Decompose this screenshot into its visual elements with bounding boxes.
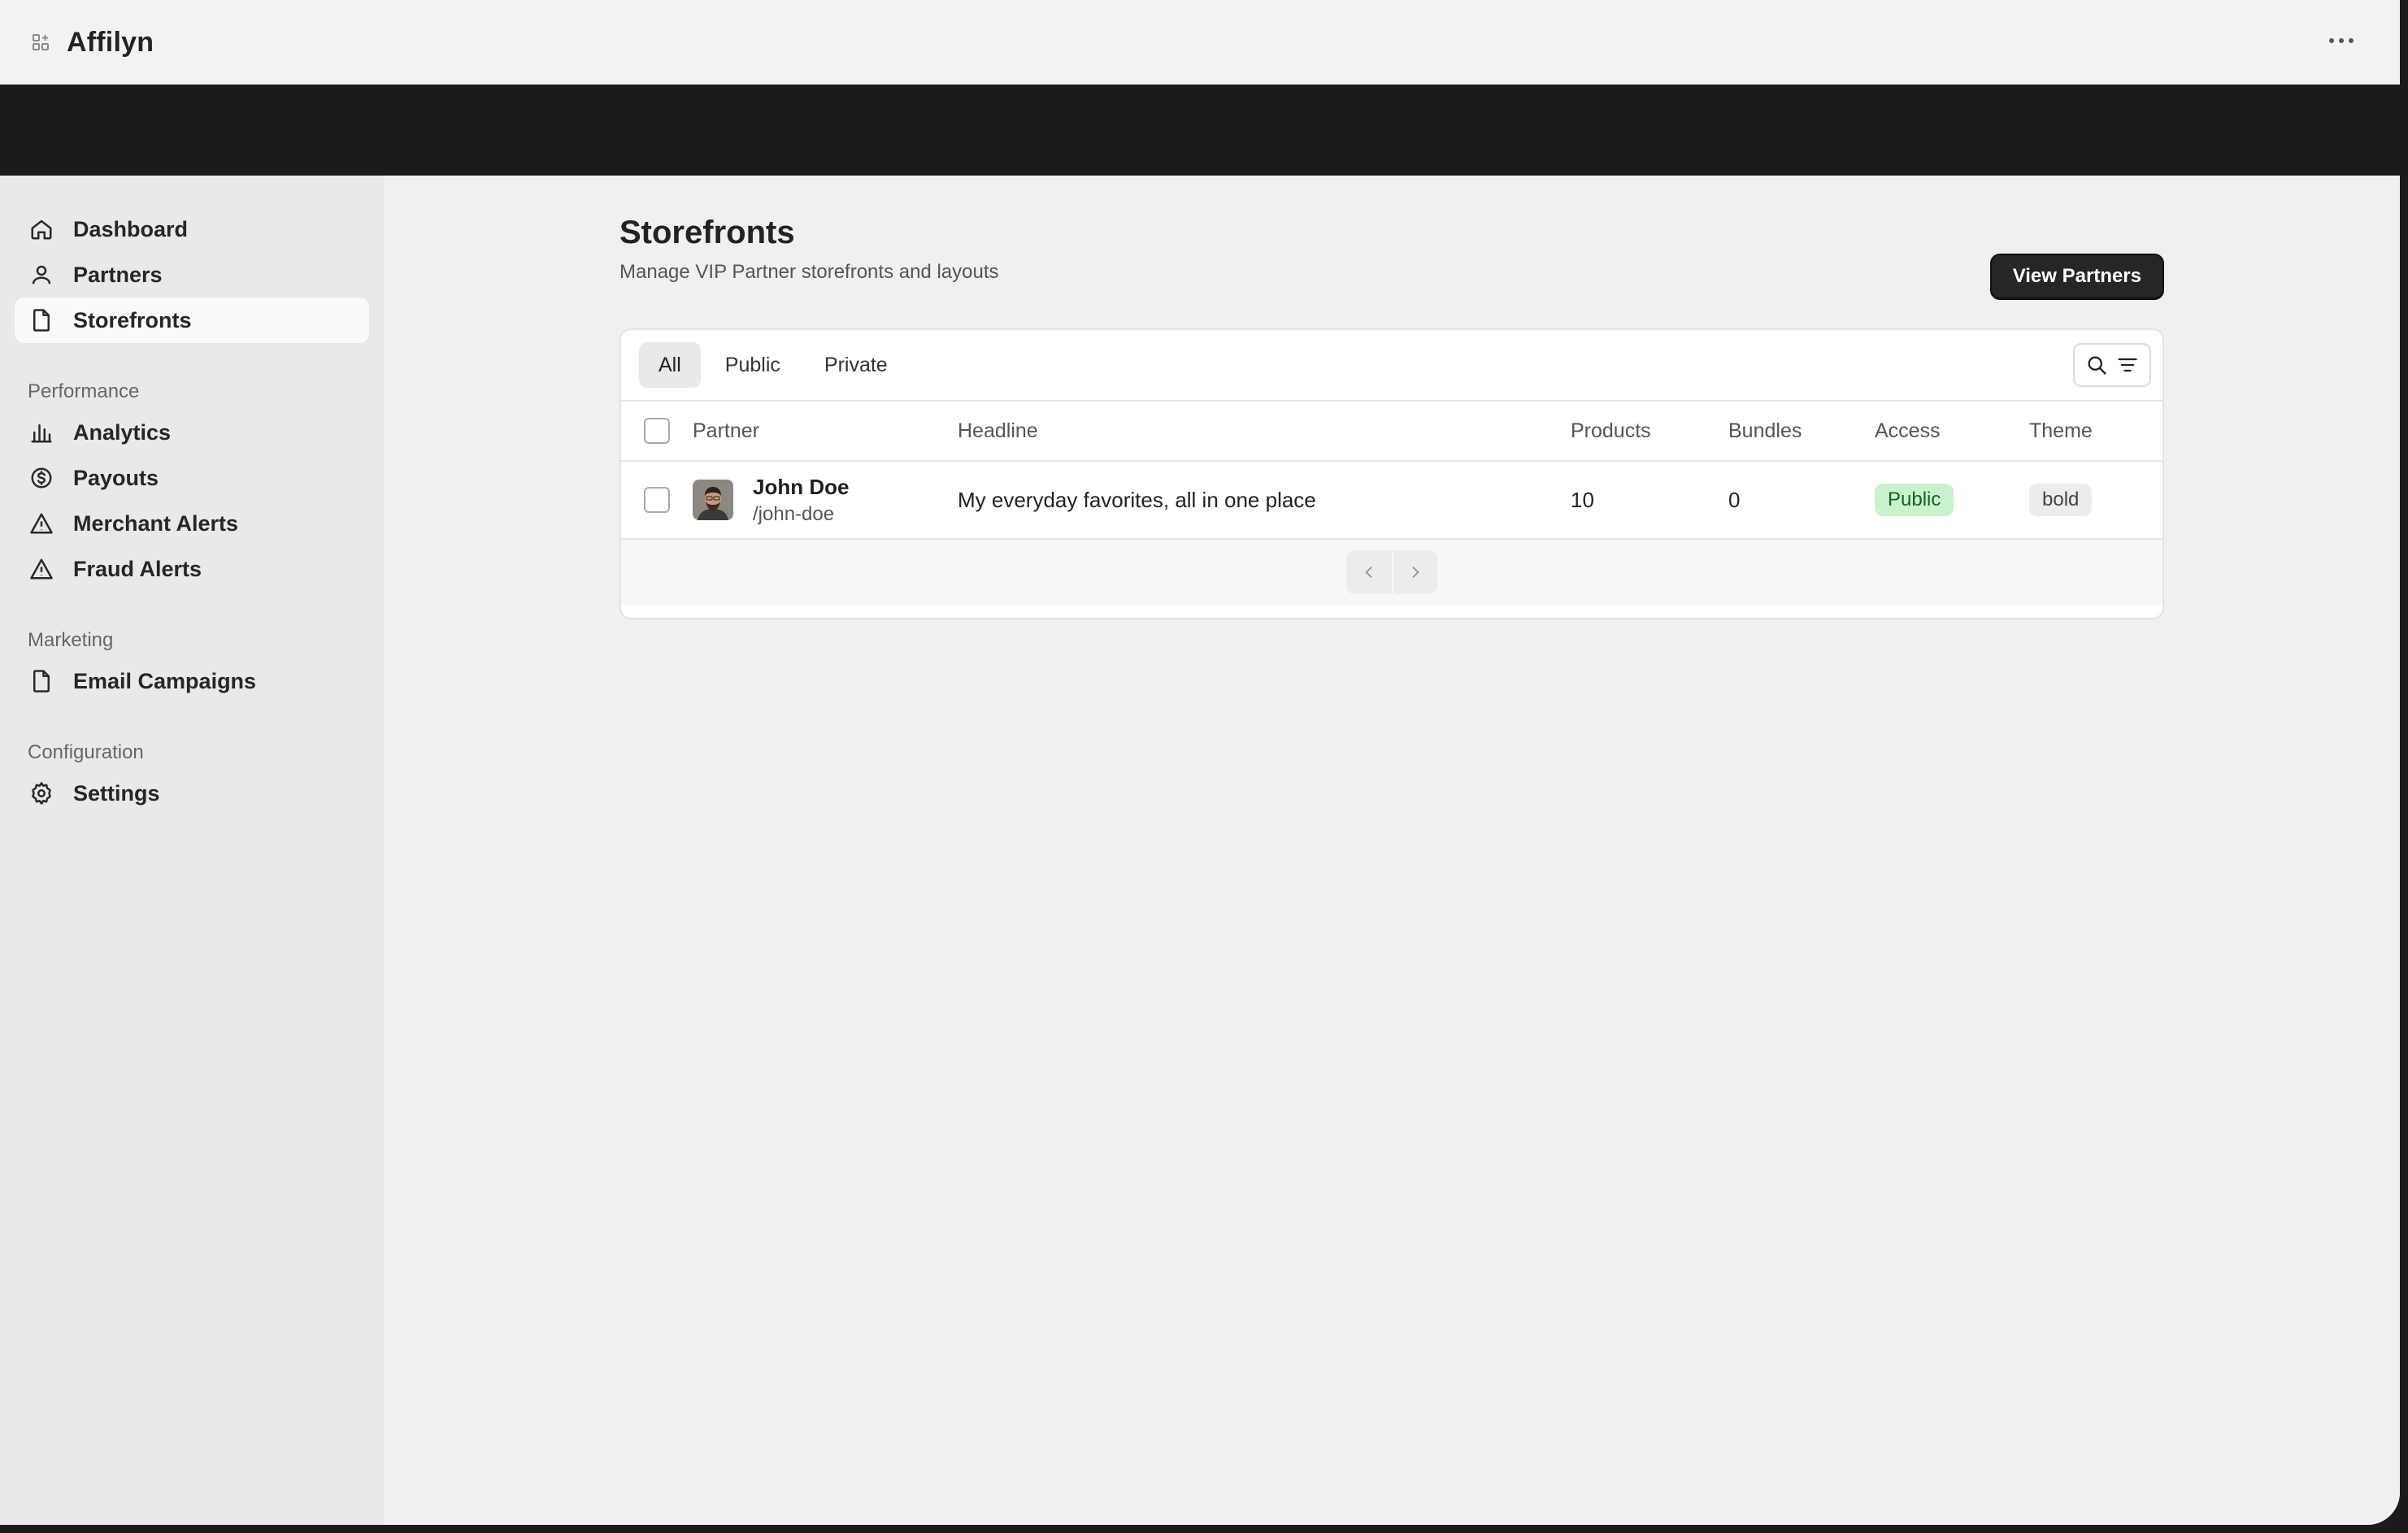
sidebar-item-label: Merchant Alerts [73,510,239,536]
table-toolbar: All Public Private [621,330,2162,402]
dollar-circle-icon [28,464,55,492]
avatar [693,480,733,520]
sidebar-item-partners[interactable]: Partners [15,252,369,297]
sidebar-group-performance: Performance [28,380,140,402]
chevron-left-icon [1365,567,1372,578]
view-partners-button[interactable]: View Partners [1989,254,2164,299]
column-header-access[interactable]: Access [1875,419,2029,443]
partner-slug: /john-doe [753,502,835,525]
tab-all[interactable]: All [639,342,701,388]
warning-icon [28,510,55,537]
bar-chart-icon [28,419,55,446]
sidebar-group-configuration: Configuration [28,741,144,763]
page-subtitle: Manage VIP Partner storefronts and layou… [619,261,999,283]
sidebar-item-analytics[interactable]: Analytics [15,410,369,455]
tab-public[interactable]: Public [706,342,800,388]
search-icon[interactable] [2083,351,2110,379]
chevron-right-icon [1412,567,1419,578]
apps-grid-icon[interactable] [28,29,54,55]
column-header-products[interactable]: Products [1571,419,1728,443]
select-all-checkbox[interactable] [644,418,670,444]
column-header-headline[interactable]: Headline [958,419,1571,443]
theme-cell: bold [2029,484,2159,516]
row-checkbox-cell [621,487,693,513]
sidebar-item-dashboard[interactable]: Dashboard [15,206,369,252]
app-window: Affilyn Dashboard Partners Storefronts P… [0,0,2400,1525]
access-cell: Public [1875,484,2029,516]
sidebar-item-label: Partners [73,262,163,287]
header-checkbox-cell [621,418,693,444]
filter-icon[interactable] [2114,351,2141,379]
table-row[interactable]: John Doe /john-doe My everyday favorites… [621,462,2162,540]
sidebar-item-email-campaigns[interactable]: Email Campaigns [15,658,369,704]
warning-icon [28,555,55,583]
status-badge: Public [1875,484,1954,516]
sidebar-item-label: Storefronts [73,307,192,332]
file-icon [28,667,55,695]
sidebar-item-fraud-alerts[interactable]: Fraud Alerts [15,546,369,592]
column-header-theme[interactable]: Theme [2029,419,2159,443]
header-banner [0,85,2400,176]
main-content: Storefronts Manage VIP Partner storefron… [384,176,2400,1525]
sidebar-item-merchant-alerts[interactable]: Merchant Alerts [15,501,369,546]
next-page-button[interactable] [1392,550,1437,594]
file-icon [28,306,55,334]
sidebar-item-storefronts[interactable]: Storefronts [15,297,369,343]
app-title: Affilyn [67,26,154,58]
ellipsis-icon [2329,38,2354,43]
sidebar-item-label: Analytics [73,419,172,445]
theme-badge: bold [2029,484,2093,516]
storefronts-table-card: All Public Private Partner Headline Prod… [619,328,2164,619]
sidebar-item-label: Payouts [73,465,159,490]
products-cell: 10 [1571,487,1594,512]
bundles-cell: 0 [1728,487,1741,512]
top-bar: Affilyn [0,0,2400,85]
partner-cell: John Doe /john-doe [693,475,958,526]
pagination [621,540,2162,605]
partner-name[interactable]: John Doe [753,475,849,500]
home-icon [28,215,55,243]
sidebar: Dashboard Partners Storefronts Performan… [0,176,384,1525]
gear-icon [28,780,55,807]
tab-private[interactable]: Private [805,342,907,388]
sidebar-item-label: Fraud Alerts [73,556,202,581]
pagination-controls [1346,550,1437,594]
headline-cell: My everyday favorites, all in one place [958,487,1316,512]
column-header-partner[interactable]: Partner [693,419,958,443]
sidebar-item-settings[interactable]: Settings [15,771,369,816]
page-title: Storefronts [619,215,795,250]
sidebar-item-payouts[interactable]: Payouts [15,455,369,501]
page-header: Storefronts Manage VIP Partner storefron… [619,215,2164,299]
more-options-button[interactable] [2322,24,2361,57]
row-select-checkbox[interactable] [644,487,670,513]
sidebar-group-marketing: Marketing [28,629,114,651]
sidebar-item-label: Dashboard [73,216,189,241]
sidebar-item-label: Email Campaigns [73,668,257,693]
previous-page-button[interactable] [1346,550,1392,594]
sidebar-item-label: Settings [73,780,160,806]
column-header-bundles[interactable]: Bundles [1728,419,1875,443]
table-header: Partner Headline Products Bundles Access… [621,402,2162,462]
user-icon [28,261,55,289]
search-filter-group [2073,343,2151,387]
